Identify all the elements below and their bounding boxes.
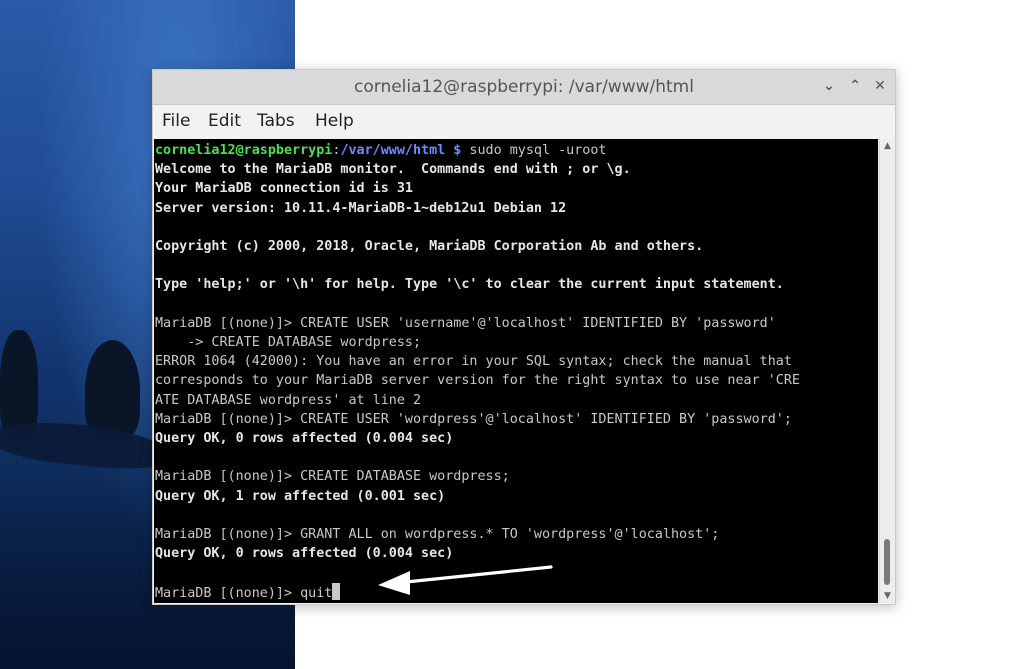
chevron-down-icon[interactable]: ⌄ bbox=[819, 76, 839, 96]
query-ok-4: Query OK, 0 rows affected (0.004 sec) bbox=[155, 546, 454, 562]
scrollbar-thumb[interactable] bbox=[884, 539, 890, 585]
sql-command-1-continuation: -> CREATE DATABASE wordpress; bbox=[155, 335, 422, 351]
terminal-cursor bbox=[332, 582, 341, 600]
welcome-line: Welcome to the MariaDB monitor. Commands… bbox=[155, 162, 631, 178]
sql-command-1: MariaDB [(none)]> CREATE USER 'username'… bbox=[155, 315, 776, 331]
query-ok-2: Query OK, 0 rows affected (0.004 sec) bbox=[155, 431, 454, 447]
error-line-2: corresponds to your MariaDB server versi… bbox=[155, 373, 800, 389]
menu-file[interactable]: File bbox=[162, 111, 190, 131]
shell-command: sudo mysql -uroot bbox=[461, 143, 607, 158]
wallpaper-cormorant-right bbox=[85, 340, 140, 440]
terminal-scrollbar[interactable]: ▲ ▼ bbox=[879, 139, 895, 603]
error-line-3: ATE DATABASE wordpress' at line 2 bbox=[155, 392, 422, 408]
error-line-1: ERROR 1064 (42000): You have an error in… bbox=[155, 354, 792, 370]
close-icon[interactable]: ✕ bbox=[870, 76, 890, 96]
chevron-up-icon[interactable]: ⌃ bbox=[845, 76, 865, 96]
query-ok-3: Query OK, 1 row affected (0.001 sec) bbox=[155, 488, 446, 504]
menu-bar: File Edit Tabs Help bbox=[153, 105, 895, 139]
scroll-up-icon[interactable]: ▲ bbox=[882, 141, 893, 151]
window-title: cornelia12@raspberrypi: /var/www/html bbox=[354, 77, 694, 97]
arrow-left-icon bbox=[378, 565, 553, 595]
scroll-down-icon[interactable]: ▼ bbox=[882, 591, 893, 601]
terminal-window: cornelia12@raspberrypi: /var/www/html ⌄ … bbox=[152, 69, 896, 605]
sql-command-3: MariaDB [(none)]> CREATE DATABASE wordpr… bbox=[155, 469, 510, 485]
terminal-output[interactable]: cornelia12@raspberrypi:/var/www/html $ s… bbox=[154, 139, 878, 603]
copyright-line: Copyright (c) 2000, 2018, Oracle, MariaD… bbox=[155, 239, 704, 255]
sql-command-5: MariaDB [(none)]> quit bbox=[155, 585, 333, 601]
title-bar[interactable]: cornelia12@raspberrypi: /var/www/html ⌄ … bbox=[153, 70, 895, 105]
server-version-line: Server version: 10.11.4-MariaDB-1~deb12u… bbox=[155, 200, 567, 216]
sql-command-2: MariaDB [(none)]> CREATE USER 'wordpress… bbox=[155, 411, 792, 427]
prompt-path: /var/www/html $ bbox=[340, 143, 462, 158]
connection-id-line: Your MariaDB connection id is 31 bbox=[155, 181, 413, 197]
menu-help[interactable]: Help bbox=[315, 111, 354, 131]
prompt-user: cornelia12@raspberrypi bbox=[155, 143, 333, 158]
help-hint-line: Type 'help;' or '\h' for help. Type '\c'… bbox=[155, 277, 784, 293]
menu-tabs[interactable]: Tabs bbox=[257, 111, 295, 131]
sql-command-4: MariaDB [(none)]> GRANT ALL on wordpress… bbox=[155, 527, 720, 543]
menu-edit[interactable]: Edit bbox=[208, 111, 241, 131]
